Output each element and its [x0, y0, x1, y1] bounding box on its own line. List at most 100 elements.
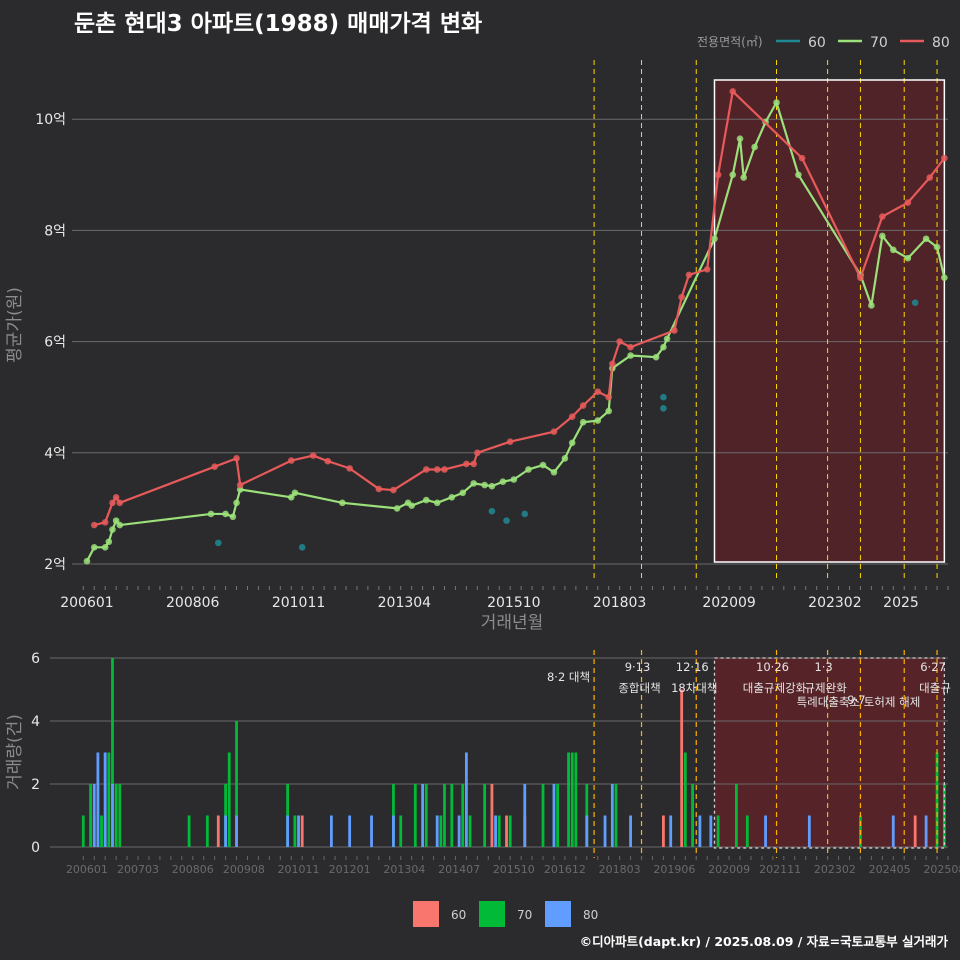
series-80-point	[605, 393, 612, 401]
bar-70	[81, 815, 85, 847]
series-80-point	[112, 493, 120, 501]
series-70-point	[116, 521, 124, 529]
x-tick-label: 2025	[883, 595, 919, 611]
series-80-point	[703, 266, 711, 273]
series-80-point	[474, 449, 481, 457]
x-axis-title: 거래년월	[481, 613, 544, 633]
series-60-point	[503, 517, 510, 524]
bar-80	[224, 815, 227, 847]
bar-80	[709, 815, 713, 847]
bar-60	[216, 815, 220, 847]
x-tick-label: 201803	[593, 595, 646, 611]
series-70-point	[605, 407, 612, 415]
series-70-point	[90, 544, 98, 551]
highlight-region	[714, 80, 945, 562]
y-tick-label: 6억	[44, 335, 66, 351]
bar-80	[370, 815, 373, 847]
bar-70	[439, 815, 443, 847]
bar-60	[662, 815, 665, 847]
x-tick-label: 201612	[544, 863, 586, 876]
bar-80	[523, 784, 527, 847]
bar-70	[293, 815, 297, 847]
series-80-point	[729, 88, 737, 95]
series-80-point	[390, 486, 397, 494]
legend-title: 전용면적(㎡)	[697, 35, 763, 49]
bar-80	[111, 784, 114, 847]
series-70-point	[594, 417, 602, 424]
y-tick-label: 0	[31, 840, 40, 856]
series-70-point	[422, 496, 430, 504]
policy-label: 대출규제강화	[743, 681, 807, 695]
bar-70	[443, 784, 446, 847]
policy-label: 1·3	[814, 660, 832, 674]
series-80-point	[116, 499, 124, 507]
series-80-point	[627, 343, 634, 351]
x-tick-label: 202111	[759, 863, 801, 876]
series-70-point	[740, 174, 747, 181]
y-tick-label: 8억	[44, 223, 66, 239]
policy-label: 특례대출축소 토허제 해제	[797, 695, 921, 709]
legend-label-80: 80	[583, 908, 598, 922]
series-70-point	[448, 493, 456, 501]
y-tick-label: 6	[31, 651, 40, 667]
series-80-point	[233, 455, 240, 462]
series-80-point	[422, 466, 430, 473]
source-credit: ©디아파트(dapt.kr) / 2025.08.09 / 자료=국토교통부 실…	[579, 934, 948, 949]
y-tick-label: 4	[31, 714, 40, 730]
x-tick-label: 201304	[378, 595, 432, 611]
bar-80	[891, 815, 895, 847]
series-70-point	[229, 513, 237, 521]
series-70-point	[879, 232, 886, 240]
series-70-point	[233, 499, 240, 507]
legend-label-70: 70	[517, 908, 532, 922]
series-70-point	[101, 544, 109, 551]
series-80-point	[616, 338, 623, 345]
series-70-point	[499, 478, 507, 486]
series-70-point	[579, 418, 587, 426]
y-tick-label: 10억	[35, 112, 66, 128]
x-tick-label: 202405	[869, 863, 911, 876]
series-80-point	[375, 485, 383, 493]
series-70-point	[795, 171, 802, 179]
series-70-point	[736, 135, 744, 142]
series-70-point	[751, 143, 758, 151]
series-80-point	[594, 388, 602, 395]
series-80-point	[506, 438, 514, 445]
series-80-point	[463, 460, 470, 468]
policy-label: 9·13	[625, 660, 651, 674]
series-80-point	[671, 327, 678, 334]
series-60-point	[911, 299, 919, 306]
x-tick-label: 200908	[223, 863, 265, 876]
x-tick-label: 200703	[117, 863, 159, 876]
legend-swatch-80	[545, 901, 571, 927]
x-tick-label: 202009	[702, 595, 755, 611]
bar-80	[457, 815, 461, 847]
bar-70	[691, 784, 695, 847]
series-70-point	[510, 476, 518, 483]
bar-80	[348, 815, 352, 847]
series-80-point	[714, 171, 722, 179]
series-70-point	[207, 510, 215, 518]
bar-70	[461, 784, 465, 847]
bar-70	[556, 784, 560, 847]
series-80-point	[678, 293, 685, 301]
bar-80	[807, 815, 811, 847]
bar-70	[567, 752, 570, 847]
bar-70	[89, 784, 92, 847]
bar-80	[698, 815, 702, 847]
legend-swatch-70	[479, 901, 505, 927]
x-tick-label: 201803	[599, 863, 641, 876]
bar-70	[541, 784, 545, 847]
bar-80	[92, 784, 96, 847]
series-60-point	[298, 544, 306, 551]
bar-80	[610, 784, 614, 847]
bar-70	[114, 784, 118, 847]
series-70-point	[105, 538, 113, 546]
series-70-point	[561, 455, 569, 462]
series-70-point	[408, 502, 415, 509]
policy-label: 대출규	[919, 681, 951, 695]
bar-70	[683, 752, 687, 847]
bar-80	[392, 815, 395, 847]
series-70-point	[525, 466, 532, 473]
bar-60	[913, 815, 917, 847]
